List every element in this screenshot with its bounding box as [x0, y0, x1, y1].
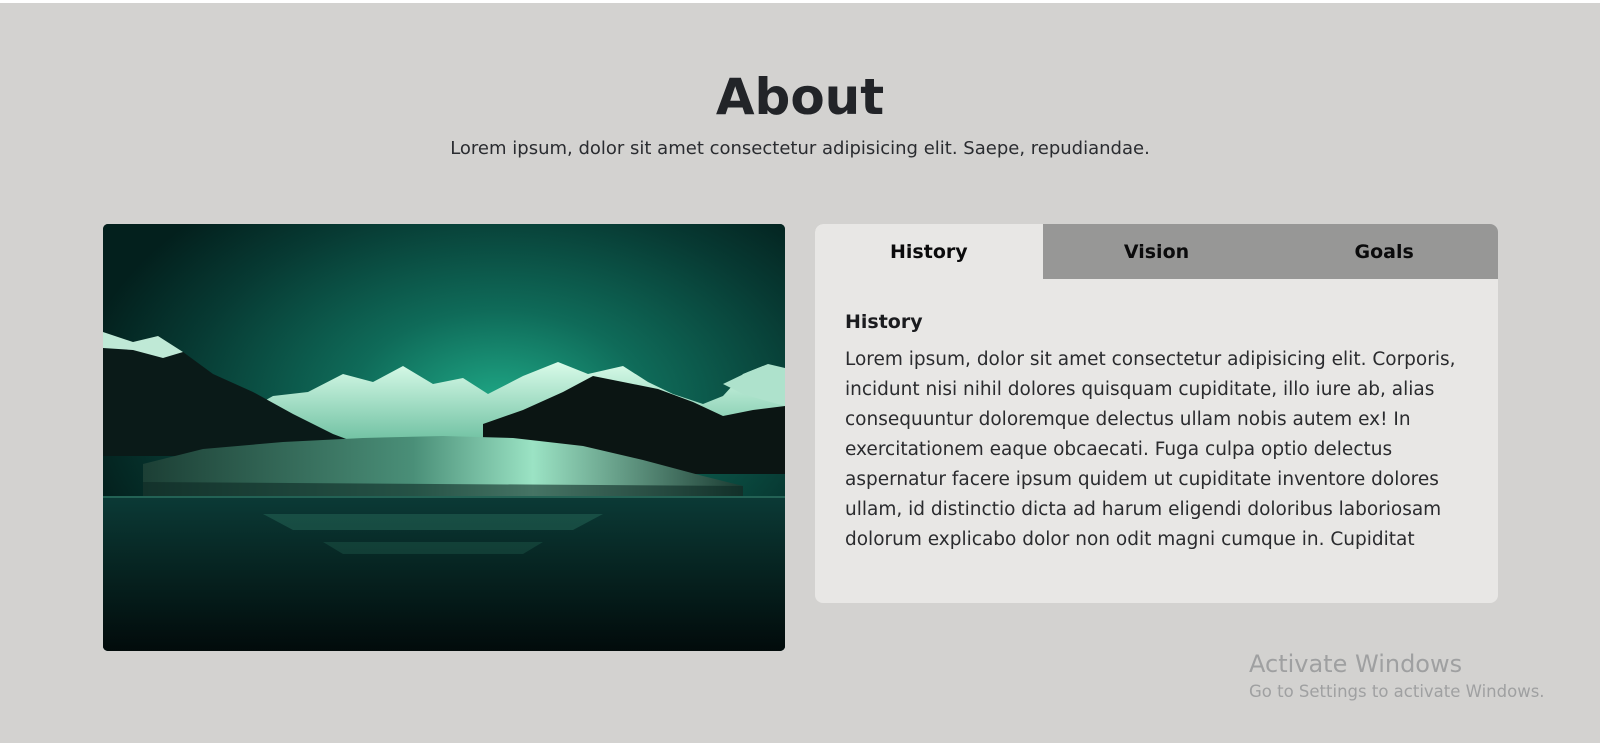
tab-content: History Lorem ipsum, dolor sit amet cons… — [815, 279, 1498, 555]
tab-bar: History Vision Goals — [815, 224, 1498, 279]
content-body: Lorem ipsum, dolor sit amet consectetur … — [845, 349, 1456, 550]
tab-goals[interactable]: Goals — [1270, 224, 1498, 279]
tab-history[interactable]: History — [815, 224, 1043, 279]
page-subtitle: Lorem ipsum, dolor sit amet consectetur … — [450, 138, 1150, 159]
watermark-title: Activate Windows — [1249, 650, 1463, 678]
glacier-landscape-image — [103, 224, 785, 651]
activate-windows-watermark: Activate Windows Go to Settings to activ… — [1249, 648, 1545, 704]
top-strip — [0, 0, 1600, 3]
watermark-subtitle: Go to Settings to activate Windows. — [1249, 682, 1545, 701]
about-tab-panel: History Vision Goals History Lorem ipsum… — [815, 224, 1498, 603]
page-title: About — [715, 68, 885, 126]
content-heading: History — [845, 311, 923, 333]
tab-vision[interactable]: Vision — [1043, 224, 1271, 279]
